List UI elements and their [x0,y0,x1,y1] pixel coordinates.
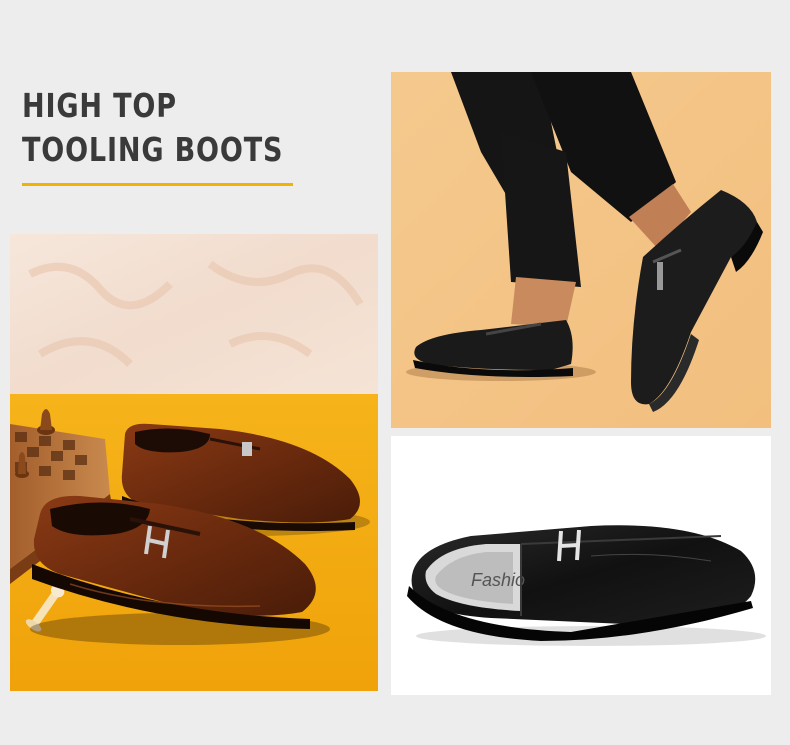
worn-loafers-illustration [391,72,771,428]
brown-loafers-photo [10,234,378,691]
heading-line-2: TOOLING BOOTS [22,130,284,169]
black-loafer-photo: Fashio [391,436,771,695]
brown-loafers-illustration [10,234,378,691]
worn-loafers-photo [391,72,771,428]
insole-brand-text: Fashio [471,570,525,590]
heading-line-1: HIGH TOP [22,86,177,125]
black-loafer-illustration: Fashio [391,436,771,695]
page-heading: HIGH TOP TOOLING BOOTS [22,84,283,172]
heading-underline [22,183,293,186]
